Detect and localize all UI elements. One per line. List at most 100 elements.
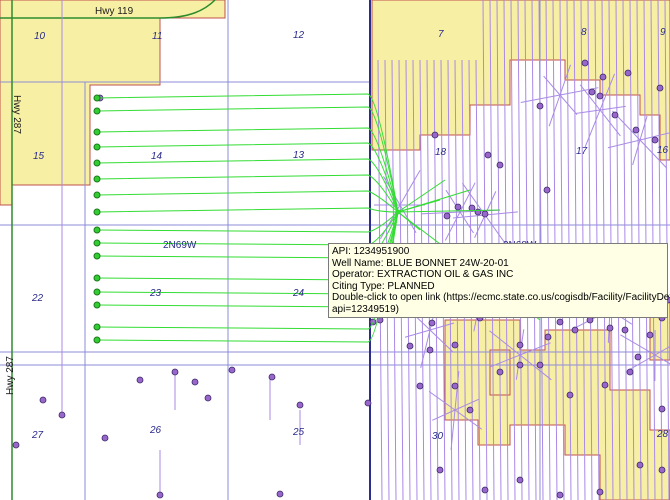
existing-well-dot[interactable] [481,210,489,218]
township-label-2n69w: 2N69W [163,240,197,251]
existing-well-dot[interactable] [451,341,459,349]
section-label-24: 24 [292,288,305,299]
existing-well-dot[interactable] [296,401,304,409]
planned-well-dot[interactable] [93,94,101,102]
existing-well-dot[interactable] [611,111,619,119]
municipal-area-northeast [371,0,670,161]
existing-well-dot[interactable] [431,131,439,139]
existing-well-dot[interactable] [566,391,574,399]
section-label-22: 22 [31,293,44,304]
existing-well-dot[interactable] [516,361,524,369]
existing-well-dot[interactable] [599,73,607,81]
existing-well-dot[interactable] [191,378,199,386]
existing-well-dot[interactable] [481,486,489,494]
existing-well-dot[interactable] [516,341,524,349]
planned-well-dot[interactable] [93,159,101,167]
existing-well-dot[interactable] [451,382,459,390]
existing-well-dot[interactable] [581,59,589,67]
existing-well-dot[interactable] [101,434,109,442]
existing-well-lateral [632,139,641,166]
existing-well-dot[interactable] [556,318,564,326]
tooltip-operator: Operator: EXTRACTION OIL & GAS INC [332,269,514,280]
planned-well-dot[interactable] [93,107,101,115]
existing-well-dot[interactable] [496,368,504,376]
existing-well-dot[interactable] [156,491,164,499]
section-label-16: 16 [657,145,669,156]
existing-well-dot[interactable] [454,203,462,211]
existing-well-dot[interactable] [228,366,236,374]
existing-well-dot[interactable] [39,396,47,404]
existing-well-lateral [399,170,421,206]
existing-well-dot[interactable] [428,319,436,327]
existing-well-dot[interactable] [136,376,144,384]
existing-well-dot[interactable] [268,373,276,381]
planned-well-dot[interactable] [93,323,101,331]
existing-well-dot[interactable] [658,466,666,474]
existing-well-dot[interactable] [276,490,284,498]
planned-well-dot[interactable] [93,288,101,296]
planned-well-dot[interactable] [93,252,101,260]
existing-well-lateral [459,211,474,234]
hwy-119-label: Hwy 119 [95,6,134,17]
existing-well-dot[interactable] [634,353,642,361]
existing-well-dot[interactable] [544,333,552,341]
existing-well-dot[interactable] [543,186,551,194]
planned-well-lateral [96,127,399,213]
planned-well-dot[interactable] [93,175,101,183]
existing-well-dot[interactable] [588,88,596,96]
planned-well-dot[interactable] [93,128,101,136]
existing-well-dot[interactable] [536,361,544,369]
existing-well-dot[interactable] [636,461,644,469]
planned-well-dot[interactable] [93,208,101,216]
existing-well-dot[interactable] [626,368,634,376]
planned-well-dot[interactable] [93,274,101,282]
existing-well-dot[interactable] [436,466,444,474]
planned-well-dot[interactable] [93,239,101,247]
existing-well-lateral [421,211,461,215]
existing-well-dot[interactable] [556,491,564,499]
existing-well-dot[interactable] [606,324,614,332]
map-viewport[interactable]: Hwy 119 Hwy 287 Hwy 287 2N69W 2N68W 10 1… [0,0,670,500]
existing-well-dot[interactable] [571,326,579,334]
planned-well-dot[interactable] [93,191,101,199]
existing-well-dot[interactable] [651,136,659,144]
existing-well-dot[interactable] [204,394,212,402]
planned-well-pad[interactable] [395,209,401,215]
existing-well-lateral [599,105,626,111]
existing-well-dot[interactable] [496,161,504,169]
existing-well-dot[interactable] [624,69,632,77]
existing-well-dot[interactable] [443,212,451,220]
existing-well-dot[interactable] [536,102,544,110]
existing-well-dot[interactable] [596,488,604,496]
existing-well-dot[interactable] [12,441,20,449]
tooltip-link-line-1[interactable]: Double-click to open link (https://ecmc.… [332,292,670,304]
existing-well-dot[interactable] [171,368,179,376]
existing-well-dot[interactable] [658,405,666,413]
planned-well-dot[interactable] [93,336,101,344]
existing-well-dot[interactable] [646,331,654,339]
section-label-15: 15 [33,151,45,162]
existing-well-dot[interactable] [516,476,524,484]
existing-well-dot[interactable] [596,92,604,100]
existing-well-dot[interactable] [484,151,492,159]
existing-well-dot[interactable] [416,382,424,390]
existing-well-dot[interactable] [621,326,629,334]
existing-well-dot[interactable] [656,84,664,92]
existing-well-lateral [584,109,601,148]
planned-well-dot[interactable] [93,143,101,151]
tooltip-api: API: 1234951900 [332,246,410,257]
section-label-25: 25 [292,427,305,438]
existing-well-dot[interactable] [364,399,372,407]
planned-well-dot[interactable] [93,226,101,234]
existing-well-dot[interactable] [406,342,414,350]
existing-well-dot[interactable] [426,346,434,354]
existing-well-lateral [543,75,561,96]
existing-well-dot[interactable] [58,411,66,419]
existing-well-dot[interactable] [466,406,474,414]
planned-well-lateral [96,211,399,233]
well-info-tooltip[interactable]: API: 1234951900 Well Name: BLUE BONNET 2… [328,243,670,318]
existing-well-dot[interactable] [632,126,640,134]
existing-well-dot[interactable] [601,381,609,389]
planned-well-dot[interactable] [93,301,101,309]
tooltip-link-line-2[interactable]: api=12349519) [332,304,664,316]
